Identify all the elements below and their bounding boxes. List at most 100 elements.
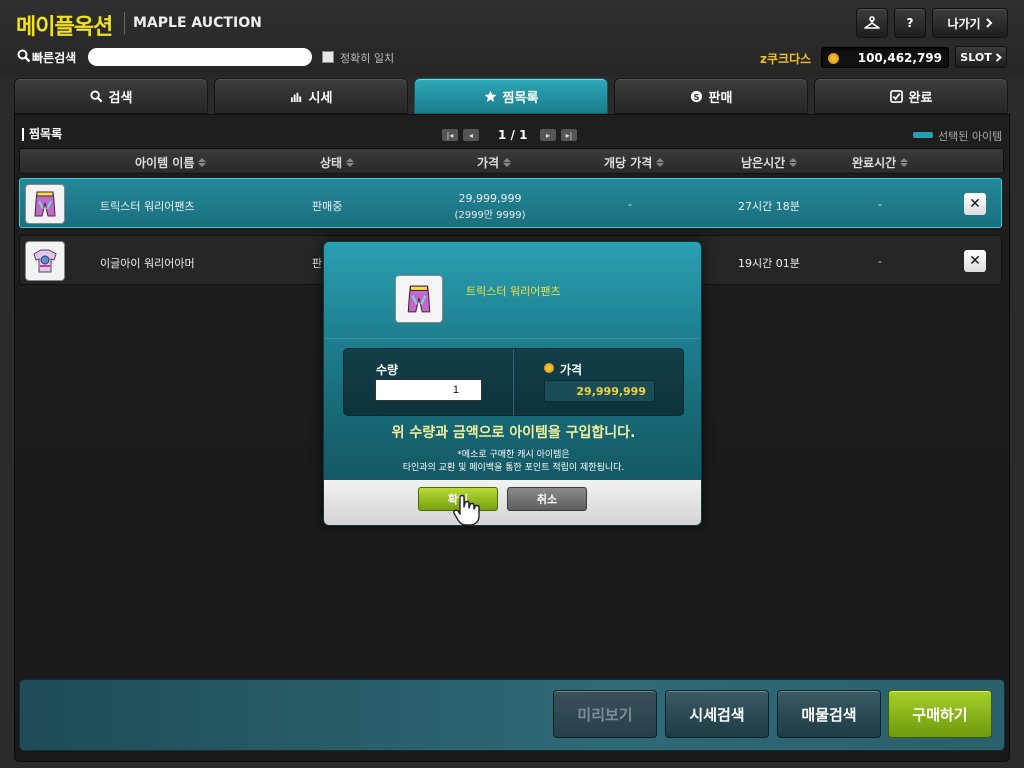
col-remaining[interactable]: 남은시간 (741, 154, 798, 171)
search-icon (17, 49, 31, 63)
tab-complete[interactable]: 완료 (814, 78, 1008, 114)
item-status: 판 (312, 257, 323, 270)
preview-button[interactable]: 미리보기 (553, 690, 657, 738)
tab-complete-label: 완료 (908, 90, 933, 106)
dialog-item-thumbnail (395, 275, 443, 323)
prev-page-button[interactable]: ◂ (463, 129, 479, 141)
prev-page-icon: ◂ (468, 130, 473, 140)
quantity-label: 수량 (376, 363, 399, 377)
coin-icon: S (690, 90, 702, 102)
item-completed: - (878, 198, 882, 211)
tab-search[interactable]: 검색 (14, 78, 208, 114)
bar-chart-icon (290, 92, 301, 102)
col-status[interactable]: 상태 (320, 154, 355, 171)
cancel-button[interactable]: 취소 (507, 487, 587, 511)
item-remaining: 27시간 18분 (738, 200, 800, 213)
item-search-label: 매물검색 (801, 705, 857, 724)
item-name: 트릭스터 워리어팬츠 (100, 200, 195, 213)
dialog-item-name: 트릭스터 워리어팬츠 (466, 285, 561, 298)
col-unit-price[interactable]: 개당 가격 (604, 154, 665, 171)
quantity-input[interactable] (375, 379, 482, 401)
sort-icon (503, 158, 512, 167)
chevron-right-icon (995, 52, 1002, 62)
col-item-name-label: 아이템 이름 (135, 156, 195, 170)
remove-button[interactable]: ✕ (964, 193, 986, 215)
exit-label: 나가기 (947, 16, 981, 31)
col-price[interactable]: 가격 (477, 154, 512, 171)
logo-korean: 메이플옥션 (16, 15, 113, 40)
buy-label: 구매하기 (912, 705, 968, 724)
price-search-label: 시세검색 (689, 705, 745, 724)
tab-wishlist-label: 찜목록 (502, 90, 539, 106)
price-label: 가격 (560, 363, 583, 377)
sort-icon (900, 158, 909, 167)
dialog-divider (324, 338, 701, 339)
item-status: 판매중 (312, 200, 343, 213)
fields-divider (513, 349, 514, 415)
item-remaining: 19시간 01분 (738, 257, 800, 270)
table-header: 아이템 이름 상태 가격 개당 가격 남은시간 완료시간 (19, 148, 1004, 174)
col-item-name[interactable]: 아이템 이름 (135, 154, 207, 171)
slot-label: SLOT (960, 50, 992, 64)
tab-wishlist[interactable]: 찜목록 (414, 78, 608, 114)
closet-button[interactable] (856, 8, 888, 38)
quick-search-input[interactable] (88, 48, 312, 66)
hand-cursor-icon (453, 494, 480, 526)
meso-coin-icon (828, 53, 839, 64)
tab-market-price-label: 시세 (308, 90, 333, 106)
selected-legend-swatch (913, 132, 933, 138)
item-search-button[interactable]: 매물검색 (777, 690, 881, 738)
help-button[interactable]: ? (894, 8, 926, 38)
meso-coin-icon (544, 363, 554, 373)
hanger-icon (864, 16, 880, 29)
exact-match-checkbox[interactable] (322, 51, 334, 63)
remove-button[interactable]: ✕ (964, 250, 986, 272)
last-page-button[interactable]: ▸| (561, 129, 577, 141)
col-unit-price-label: 개당 가격 (604, 156, 653, 170)
exit-button[interactable]: 나가기 (932, 8, 1008, 38)
col-completed-label: 완료시간 (852, 156, 897, 170)
sort-icon (198, 158, 207, 167)
logo-english: MAPLE AUCTION (133, 15, 262, 31)
buy-button[interactable]: 구매하기 (888, 690, 992, 738)
slot-button[interactable]: SLOT (955, 46, 1007, 68)
quick-search-label: 빠른검색 (32, 51, 77, 65)
purchase-fields: 수량 가격 29,999,999 (343, 348, 684, 416)
col-completed[interactable]: 완료시간 (852, 154, 909, 171)
exact-match-label: 정확히 일치 (340, 52, 395, 65)
star-icon (484, 90, 496, 102)
item-completed: - (878, 255, 882, 268)
pants-icon (407, 285, 431, 313)
search-icon (89, 89, 102, 102)
dialog-footer: 확인 취소 (324, 480, 701, 525)
cancel-label: 취소 (536, 493, 558, 506)
user-name: z쿠크다스 (760, 52, 812, 66)
item-name: 이글아이 워리어아머 (100, 257, 195, 270)
sort-icon (346, 158, 355, 167)
meso-balance: 100,462,799 (821, 47, 949, 68)
confirm-message: 위 수량과 금액으로 아이템을 구입합니다. (391, 425, 636, 441)
table-row[interactable]: 트릭스터 워리어팬츠 판매중 29,999,999 (2999만 9999) -… (19, 178, 1002, 228)
page-indicator: 1 / 1 (498, 128, 528, 142)
notice-line-1: *메소로 구매한 캐시 아이템은 (457, 450, 570, 460)
item-price-sub: (2999만 9999) (454, 210, 526, 221)
armor-icon (33, 249, 57, 273)
tab-search-label: 검색 (108, 90, 133, 106)
wishlist-title: 찜목록 (22, 128, 62, 141)
svg-text:S: S (693, 91, 699, 101)
checkbox-icon (889, 89, 903, 103)
tab-market-price[interactable]: 시세 (214, 78, 408, 114)
next-page-icon: ▸ (545, 130, 550, 140)
first-page-icon: |◂ (446, 130, 454, 140)
col-remaining-label: 남은시간 (741, 156, 786, 170)
sort-icon (789, 158, 798, 167)
tab-sell[interactable]: S 판매 (614, 78, 808, 114)
next-page-button[interactable]: ▸ (540, 129, 556, 141)
logo-divider (124, 12, 125, 34)
item-thumbnail (25, 184, 65, 224)
chevron-right-icon (985, 18, 992, 28)
close-icon: ✕ (969, 253, 981, 269)
first-page-button[interactable]: |◂ (442, 129, 458, 141)
price-search-button[interactable]: 시세검색 (665, 690, 769, 738)
meso-amount: 100,462,799 (857, 51, 942, 65)
